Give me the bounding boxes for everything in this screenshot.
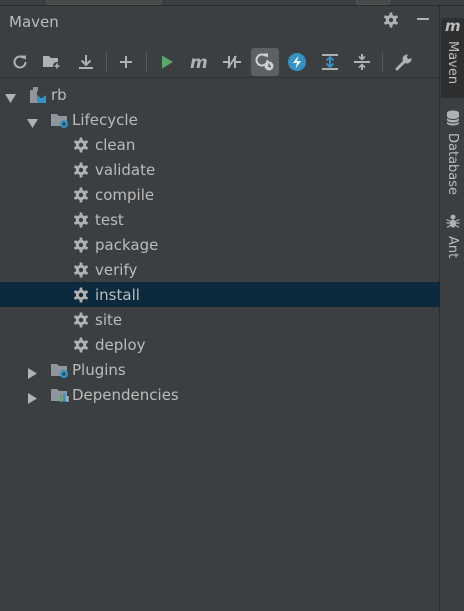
lifecycle-goal-test[interactable]: test [0, 207, 440, 232]
add-folder-icon[interactable] [38, 48, 66, 76]
tool-tab-label: Ant [445, 236, 460, 259]
gear-icon [72, 336, 90, 354]
svg-text:m: m [445, 18, 461, 34]
lifecycle-goal-site[interactable]: site [0, 307, 440, 332]
gear-icon [72, 286, 90, 304]
gear-icon [72, 236, 90, 254]
goal-label: package [95, 236, 159, 254]
gear-icon[interactable] [381, 11, 401, 31]
maven-icon: m [444, 17, 462, 38]
gear-icon [72, 311, 90, 329]
database-icon [446, 110, 460, 130]
maven-project-icon [29, 86, 47, 104]
goal-label: deploy [95, 336, 146, 354]
lifecycle-goal-deploy[interactable]: deploy [0, 332, 440, 357]
tree-node-lifecycle[interactable]: Lifecycle [0, 107, 440, 132]
ant-icon [445, 213, 461, 233]
tree-node-dependencies[interactable]: Dependencies [0, 382, 440, 407]
toolbar-separator [382, 52, 383, 72]
toolbar-separator [106, 52, 107, 72]
plugins-folder-icon [50, 361, 68, 379]
tool-tab-label: Database [445, 133, 460, 196]
skip-tests-icon[interactable] [251, 48, 279, 76]
run-icon[interactable] [153, 48, 181, 76]
goal-label: verify [95, 261, 138, 279]
expand-all-icon[interactable] [316, 48, 344, 76]
toggle-offline-icon[interactable] [218, 48, 246, 76]
show-dependencies-icon[interactable] [283, 48, 311, 76]
goal-label: clean [95, 136, 136, 154]
tree-label: Lifecycle [72, 111, 138, 129]
download-icon[interactable] [72, 48, 100, 76]
tool-tab-database[interactable]: Database [441, 110, 464, 200]
editor-tab-fragment[interactable] [356, 0, 390, 5]
tree-label: Dependencies [72, 386, 179, 404]
gear-icon [72, 261, 90, 279]
right-tool-strip: m Maven Database Ant [441, 6, 464, 611]
tree-label: rb [51, 86, 67, 104]
lifecycle-goal-package[interactable]: package [0, 232, 440, 257]
gear-icon [72, 136, 90, 154]
tree-node-project[interactable]: rb [0, 82, 440, 107]
gear-icon [72, 186, 90, 204]
goal-label: validate [95, 161, 156, 179]
expand-arrow-icon[interactable] [27, 114, 38, 128]
lifecycle-goal-compile[interactable]: compile [0, 182, 440, 207]
tree-label: Plugins [72, 361, 126, 379]
collapsed-arrow-icon[interactable] [28, 389, 38, 404]
goal-label: test [95, 211, 124, 229]
collapse-all-icon[interactable] [348, 48, 376, 76]
reload-icon[interactable] [6, 48, 34, 76]
maven-tool-window: Maven m rb Lifecycle clean validate comp… [0, 6, 440, 611]
goal-label: compile [95, 186, 155, 204]
gear-icon [72, 211, 90, 229]
dependencies-folder-icon [50, 386, 69, 404]
editor-tab-fragment[interactable] [46, 0, 162, 5]
goal-label: site [95, 311, 123, 329]
tool-tab-maven[interactable]: m Maven [441, 17, 464, 98]
tool-tab-label: Maven [445, 41, 460, 85]
gear-icon [72, 161, 90, 179]
lifecycle-goal-clean[interactable]: clean [0, 132, 440, 157]
minimize-icon[interactable] [413, 11, 433, 31]
settings-wrench-icon[interactable] [390, 48, 418, 76]
lifecycle-folder-icon [50, 111, 68, 129]
add-icon[interactable] [112, 48, 140, 76]
panel-title: Maven [9, 13, 59, 31]
goal-label: install [95, 286, 140, 304]
svg-text:m: m [190, 53, 208, 71]
lifecycle-goal-validate[interactable]: validate [0, 157, 440, 182]
toolbar-separator [146, 52, 147, 72]
maven-goal-icon[interactable]: m [186, 48, 214, 76]
lifecycle-goal-verify[interactable]: verify [0, 257, 440, 282]
lifecycle-goal-install[interactable]: install [0, 282, 440, 307]
expand-arrow-icon[interactable] [5, 89, 16, 103]
tool-window-header: Maven [0, 6, 440, 36]
collapsed-arrow-icon[interactable] [28, 364, 38, 379]
maven-toolbar: m [0, 44, 440, 78]
tool-tab-ant[interactable]: Ant [441, 213, 464, 273]
tree-node-plugins[interactable]: Plugins [0, 357, 440, 382]
